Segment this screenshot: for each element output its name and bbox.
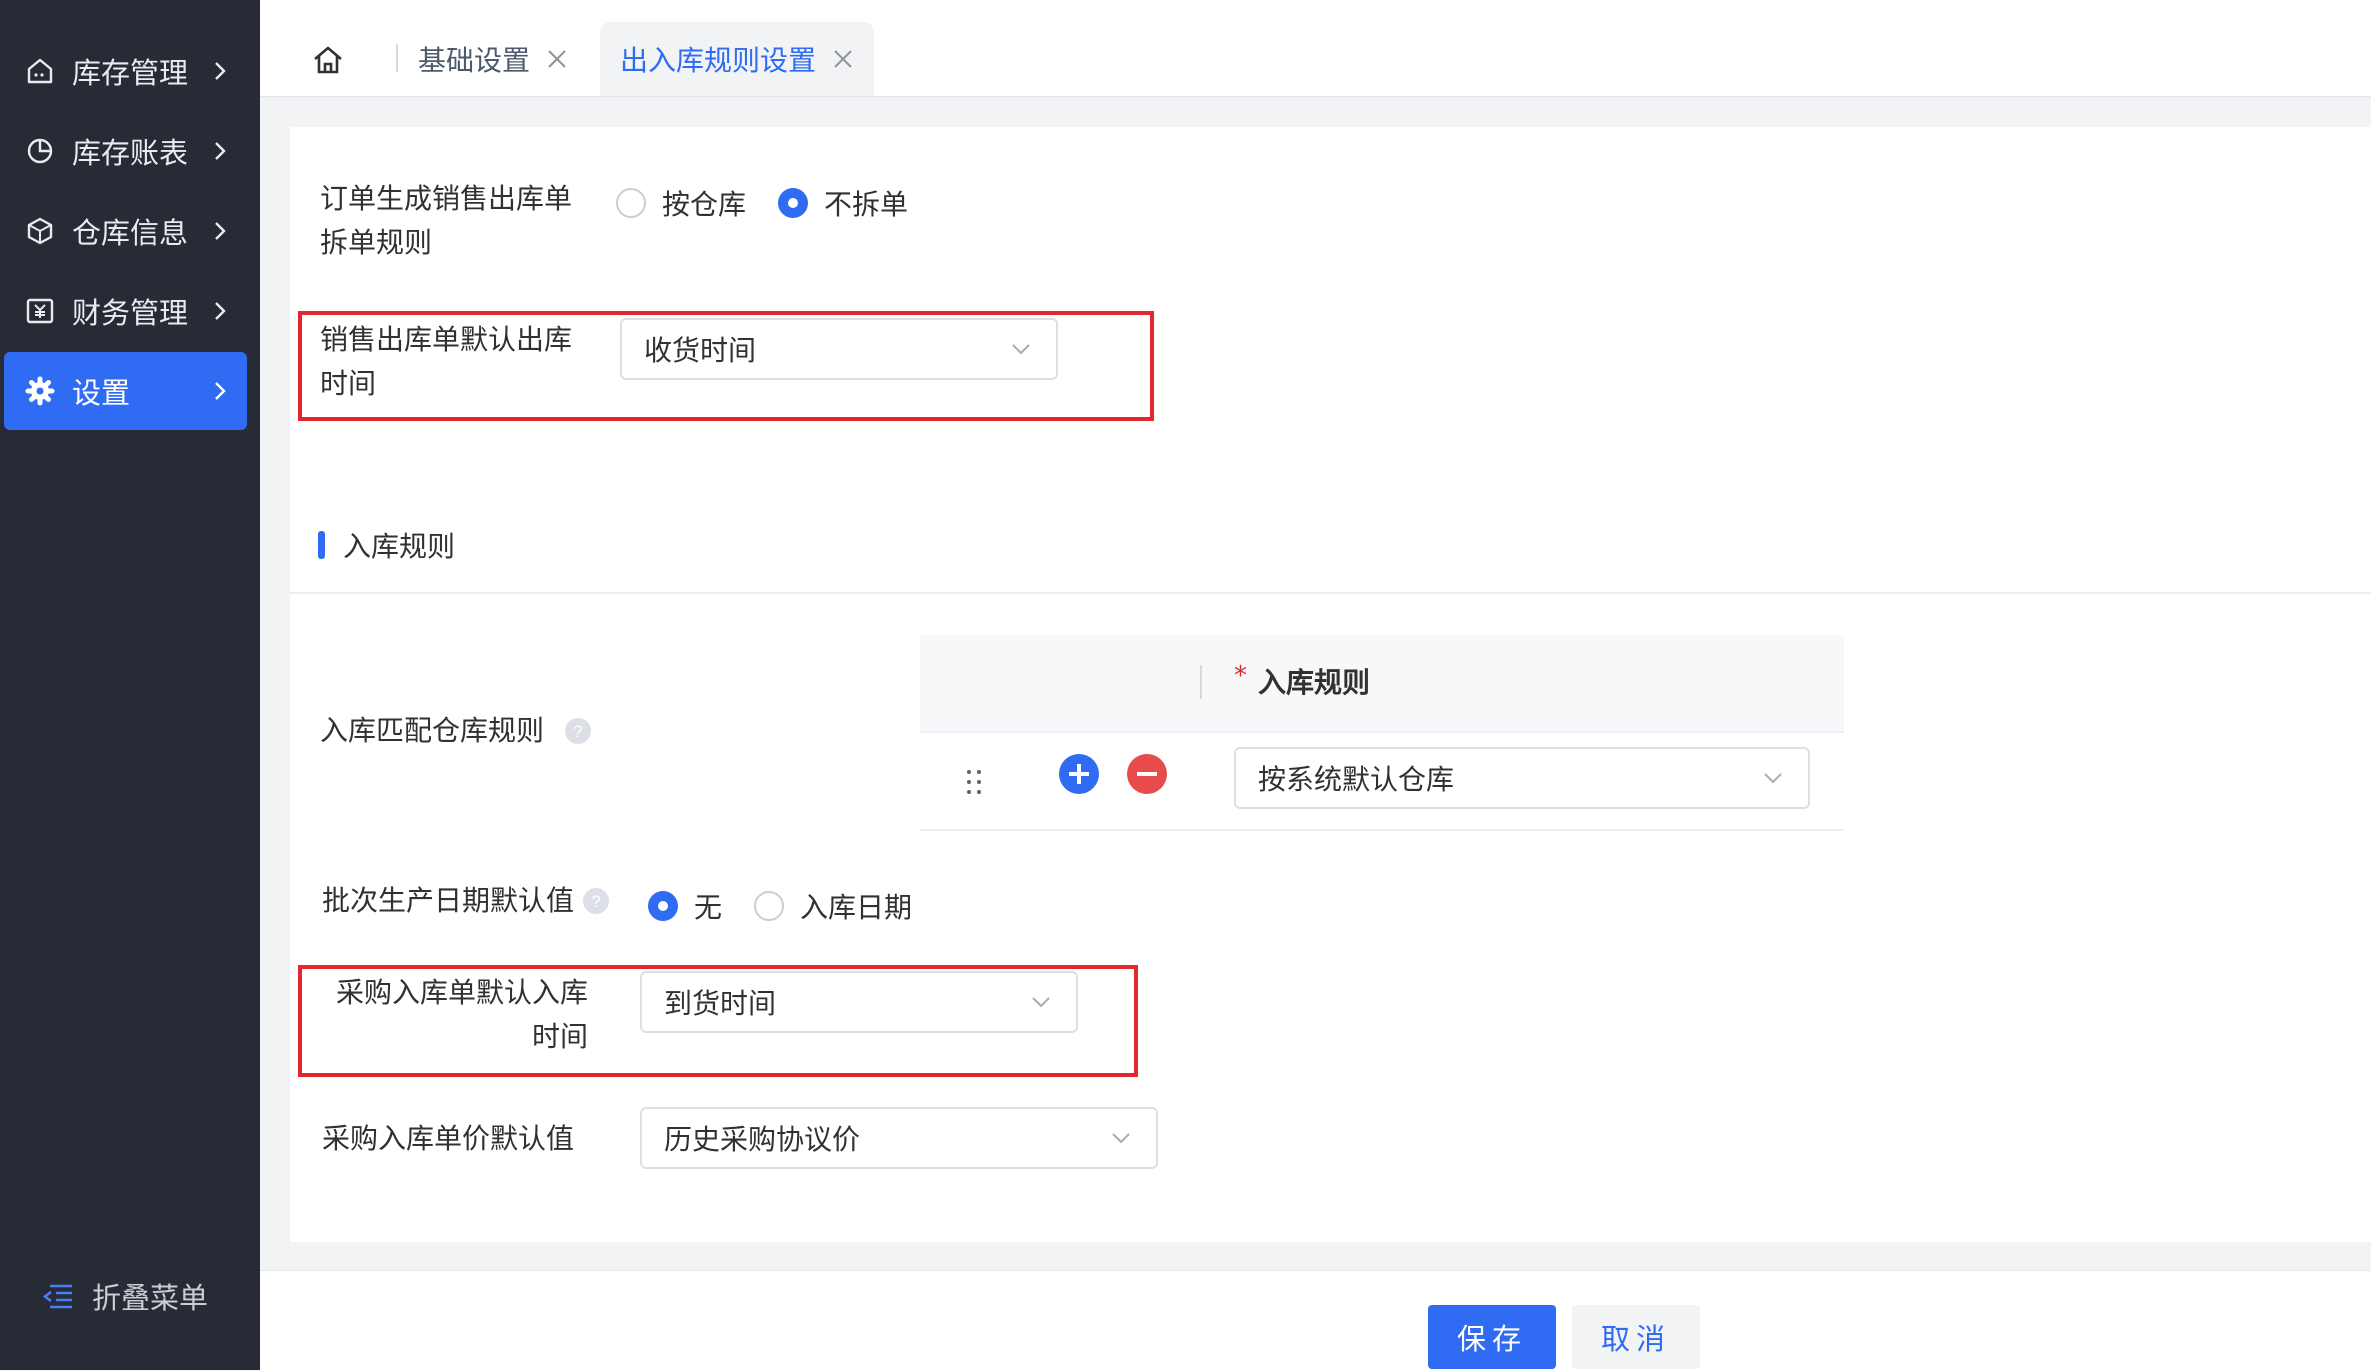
split-rule-label-line1: 订单生成销售出库单 bbox=[320, 182, 573, 215]
radio-no-split[interactable] bbox=[778, 188, 809, 218]
radio-no-split-label[interactable]: 不拆单 bbox=[824, 183, 908, 223]
sidebar-item-label: 设置 bbox=[72, 376, 131, 410]
split-rule-radio-group: 按仓库 不拆单 bbox=[616, 183, 940, 223]
tab-label: 基础设置 bbox=[418, 44, 531, 77]
save-button[interactable]: 保存 bbox=[1428, 1305, 1556, 1369]
select-value: 按系统默认仓库 bbox=[1258, 763, 1455, 796]
sidebar-item-label: 仓库信息 bbox=[72, 216, 189, 250]
sidebar-item-inventory[interactable]: 库存管理 bbox=[4, 32, 247, 110]
batch-date-radio-group: 无 入库日期 bbox=[648, 886, 944, 926]
inbound-rule-select[interactable]: 按系统默认仓库 bbox=[1234, 747, 1810, 809]
collapse-menu-button[interactable]: 折叠菜单 bbox=[40, 1275, 208, 1317]
chevron-right-icon bbox=[215, 222, 226, 240]
select-value: 收货时间 bbox=[644, 334, 757, 367]
batch-date-label: 批次生产日期默认值 bbox=[322, 884, 575, 917]
sidebar-item-label: 库存管理 bbox=[72, 56, 189, 90]
remove-icon[interactable] bbox=[1126, 753, 1168, 795]
svg-text:?: ? bbox=[591, 892, 600, 911]
drag-handle-icon[interactable] bbox=[964, 767, 984, 797]
match-rule-label: 入库匹配仓库规则 bbox=[320, 714, 545, 747]
sidebar: 库存管理 库存账表 仓库信息 财务管理 设置 折叠菜单 bbox=[0, 0, 260, 1370]
finance-icon bbox=[22, 293, 58, 329]
sidebar-item-settings[interactable]: 设置 bbox=[4, 352, 247, 430]
chevron-right-icon bbox=[215, 62, 226, 80]
radio-inbound-date[interactable] bbox=[754, 891, 785, 921]
chevron-right-icon bbox=[215, 142, 226, 160]
table-row: 按系统默认仓库 bbox=[920, 731, 1844, 831]
select-value: 到货时间 bbox=[664, 987, 777, 1020]
gear-icon bbox=[22, 373, 58, 409]
purchase-in-time-label: 采购入库单默认入库 时间 bbox=[320, 971, 588, 1059]
sidebar-item-label: 财务管理 bbox=[72, 296, 189, 330]
purchase-in-time-label-line1: 采购入库单默认入库 bbox=[335, 976, 588, 1009]
inbound-section-title: 入库规则 bbox=[318, 525, 455, 565]
chevron-down-icon bbox=[1764, 773, 1782, 784]
section-divider bbox=[290, 592, 2371, 594]
inbound-rule-table: * 入库规则 按系统默认仓库 bbox=[920, 635, 1844, 835]
required-mark: * bbox=[1234, 661, 1247, 691]
collapse-menu-label: 折叠菜单 bbox=[92, 1281, 209, 1315]
column-header-inbound-rule: 入库规则 bbox=[1258, 666, 1371, 699]
svg-text:?: ? bbox=[573, 722, 582, 741]
add-icon[interactable] bbox=[1058, 753, 1100, 795]
settings-form-panel: 订单生成销售出库单 拆单规则 按仓库 不拆单 销售出库单默认出库 时间 收货时间… bbox=[290, 127, 2371, 1242]
close-icon[interactable] bbox=[546, 48, 568, 70]
section-title-text: 入库规则 bbox=[343, 530, 456, 563]
help-icon[interactable]: ? bbox=[564, 717, 592, 745]
tab-inout-rules[interactable]: 出入库规则设置 bbox=[600, 22, 875, 96]
purchase-price-label: 采购入库单价默认值 bbox=[322, 1122, 575, 1155]
purchase-price-select[interactable]: 历史采购协议价 bbox=[640, 1107, 1158, 1169]
tab-label: 出入库规则设置 bbox=[620, 44, 817, 77]
purchase-in-time-label-line2: 时间 bbox=[531, 1020, 588, 1053]
tab-basic-settings[interactable]: 基础设置 bbox=[418, 22, 568, 96]
select-value: 历史采购协议价 bbox=[664, 1123, 861, 1156]
tab-bar: 基础设置 出入库规则设置 bbox=[260, 0, 2371, 97]
pie-chart-icon bbox=[22, 133, 58, 169]
chevron-down-icon bbox=[1112, 1133, 1130, 1144]
cancel-button[interactable]: 取消 bbox=[1572, 1305, 1700, 1369]
purchase-in-time-select[interactable]: 到货时间 bbox=[640, 971, 1078, 1033]
sales-out-time-label-line2: 时间 bbox=[320, 367, 377, 400]
home-icon[interactable] bbox=[310, 42, 346, 78]
radio-none[interactable] bbox=[648, 891, 678, 921]
sales-out-time-label-line1: 销售出库单默认出库 bbox=[320, 323, 573, 356]
sales-out-time-select[interactable]: 收货时间 bbox=[620, 318, 1058, 380]
radio-by-warehouse-label[interactable]: 按仓库 bbox=[662, 183, 746, 223]
inventory-icon bbox=[22, 53, 58, 89]
chevron-right-icon bbox=[215, 302, 226, 320]
sidebar-item-warehouse[interactable]: 仓库信息 bbox=[4, 192, 247, 270]
sidebar-item-finance[interactable]: 财务管理 bbox=[4, 272, 247, 350]
rule-table-header: * 入库规则 bbox=[920, 635, 1844, 733]
radio-by-warehouse[interactable] bbox=[616, 188, 646, 218]
section-accent-bar bbox=[318, 531, 325, 559]
sidebar-item-ledger[interactable]: 库存账表 bbox=[4, 112, 247, 190]
help-icon[interactable]: ? bbox=[582, 887, 610, 915]
header-separator bbox=[1200, 665, 1202, 699]
cube-icon bbox=[22, 213, 58, 249]
close-icon[interactable] bbox=[832, 48, 854, 70]
radio-inbound-date-label[interactable]: 入库日期 bbox=[800, 886, 912, 926]
split-rule-label-line2: 拆单规则 bbox=[320, 226, 433, 259]
collapse-menu-icon bbox=[42, 1284, 72, 1309]
chevron-right-icon bbox=[215, 382, 226, 400]
radio-none-label[interactable]: 无 bbox=[694, 886, 722, 926]
chevron-down-icon bbox=[1012, 344, 1030, 355]
chevron-down-icon bbox=[1032, 997, 1050, 1008]
sidebar-item-label: 库存账表 bbox=[72, 136, 189, 170]
sales-out-time-label: 销售出库单默认出库 时间 bbox=[320, 318, 572, 406]
split-rule-label: 订单生成销售出库单 拆单规则 bbox=[320, 177, 572, 265]
tab-separator bbox=[396, 44, 398, 72]
form-footer: 保存 取消 bbox=[260, 1270, 2371, 1371]
